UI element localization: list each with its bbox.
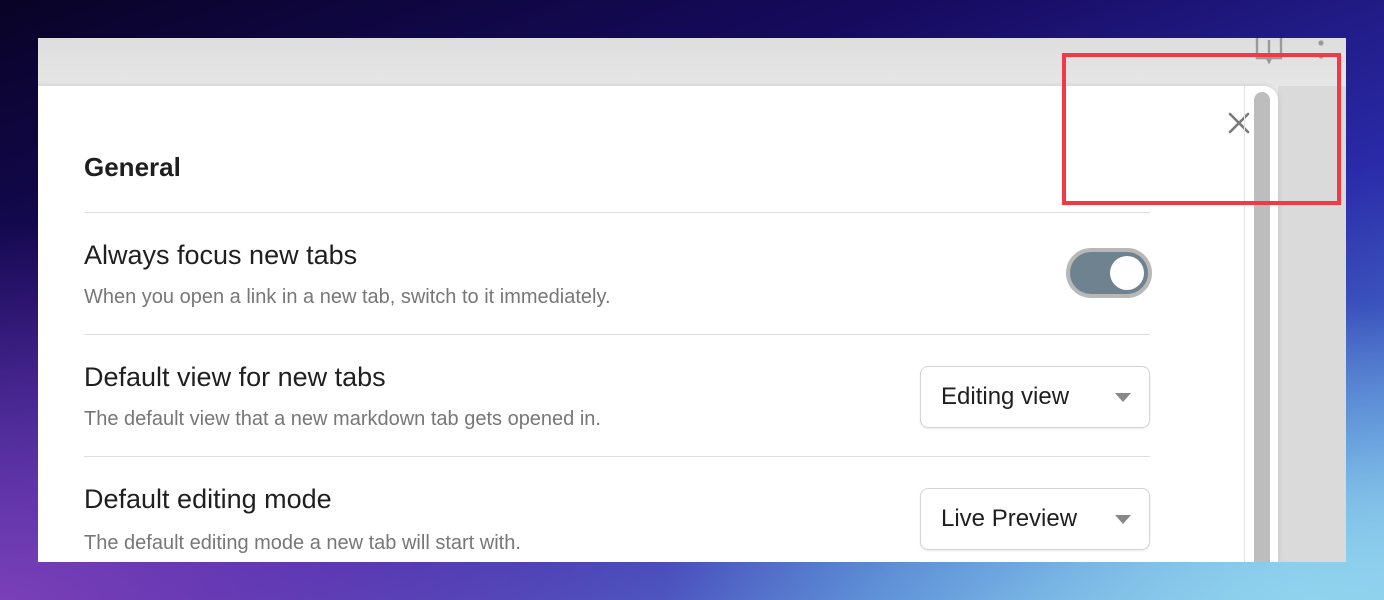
default-view-select[interactable]: Editing view <box>920 366 1150 428</box>
divider <box>84 212 1150 213</box>
select-value: Live Preview <box>941 505 1078 532</box>
setting-name-default-view: Default view for new tabs <box>84 362 386 392</box>
default-editing-mode-select[interactable]: Live Preview <box>920 488 1150 550</box>
setting-desc-default-view: The default view that a new markdown tab… <box>84 408 601 430</box>
chevron-down-icon <box>1115 515 1131 524</box>
section-title: General <box>84 152 181 182</box>
setting-name-always-focus: Always focus new tabs <box>84 240 358 270</box>
select-value: Editing view <box>941 383 1070 410</box>
setting-desc-always-focus: When you open a link in a new tab, switc… <box>84 286 611 308</box>
toggle-knob <box>1110 256 1144 290</box>
setting-name-default-editing-mode: Default editing mode <box>84 484 332 514</box>
setting-desc-default-editing-mode: The default editing mode a new tab will … <box>84 532 521 554</box>
divider <box>84 334 1150 335</box>
chevron-down-icon <box>1115 393 1131 402</box>
highlight-box <box>1062 53 1341 205</box>
always-focus-toggle[interactable] <box>1066 248 1152 298</box>
divider <box>84 456 1150 457</box>
